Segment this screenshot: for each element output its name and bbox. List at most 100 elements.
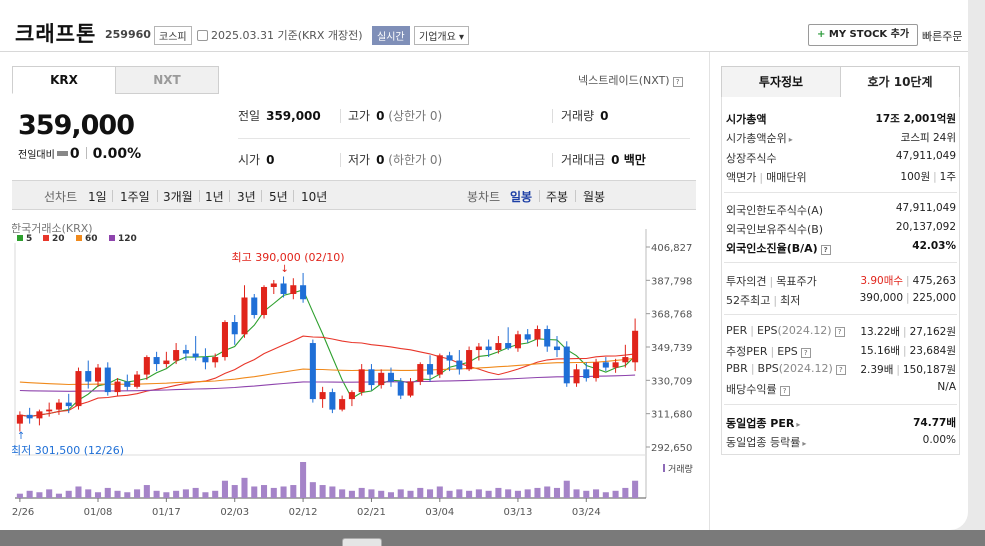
candle-body [134, 374, 141, 387]
volume-bar [85, 489, 92, 498]
volume-bar [446, 490, 453, 498]
volume-bar [456, 489, 463, 498]
stat-volume: 거래량 0 [561, 109, 609, 123]
candle-body [16, 414, 23, 424]
stock-name: 크래프톤 [15, 22, 97, 46]
candle-body [612, 362, 619, 368]
period-1w[interactable]: 1주일 [120, 188, 150, 205]
candle-body [397, 381, 404, 396]
per-row: PER | EPS(2024.12)? 13.22배 | 27,162원 [726, 324, 956, 338]
flat-icon [56, 151, 68, 156]
period-3m[interactable]: 3개월 [163, 188, 193, 205]
legend-swatch [109, 235, 115, 241]
volume-bar [622, 487, 629, 498]
low-annotation: 최저 301,500 (12/26) [12, 444, 124, 457]
stat-high: 고가 0 (상한가 0) [348, 109, 443, 123]
industry-change-row[interactable]: 동일업종 등락률 ▸ 0.00% [726, 434, 956, 450]
period-1d[interactable]: 1일 [88, 188, 107, 205]
add-mystock-button[interactable]: + MY STOCK 추가 [808, 24, 919, 46]
stat-prev: 전일 359,000 [238, 109, 321, 123]
volume-bar [212, 490, 219, 498]
period-5y[interactable]: 5년 [269, 188, 288, 205]
candle-body [104, 367, 111, 393]
candle-body [319, 392, 326, 400]
ma-line-60 [19, 357, 636, 386]
legend-swatch [17, 235, 23, 241]
candle-monthly[interactable]: 월봉 [583, 188, 605, 205]
period-3y[interactable]: 3년 [237, 188, 256, 205]
volume-bar [387, 492, 395, 498]
help-icon[interactable]: ? [834, 327, 845, 337]
stat-amount: 거래대금 0 백만 [561, 153, 646, 167]
candle-body [202, 357, 209, 363]
volume-bar [427, 489, 434, 498]
y-tick-label: 368,768 [651, 310, 692, 321]
tab-krx[interactable]: KRX [12, 66, 116, 94]
mcap-rank-row[interactable]: 시가총액순위 ▸ 코스피 24위 [726, 130, 956, 146]
x-tick-label: 01/08 [84, 507, 113, 518]
volume-bar [94, 492, 102, 498]
candle-body [485, 346, 492, 351]
help-icon[interactable]: ? [800, 348, 811, 358]
help-icon[interactable]: ? [820, 245, 831, 255]
y-tick-label: 406,827 [651, 243, 692, 254]
candle-body [573, 369, 580, 384]
info-tabs: 투자정보 호가 10단계 [721, 66, 960, 98]
volume-bar [173, 490, 180, 498]
candle-body [46, 409, 53, 412]
ma-line-120 [19, 374, 636, 392]
volume-bar [612, 490, 619, 498]
candle-weekly[interactable]: 주봉 [546, 188, 568, 205]
opinion-row: 투자의견 | 목표주가 3.90매수 | 475,263 [726, 275, 956, 288]
stock-header: 크래프톤 259960 코스피 2025.03.31 기준(KRX 개장전) 실… [0, 0, 968, 52]
candle-body [427, 364, 434, 375]
industry-per-row[interactable]: 동일업종 PER ▸ 74.77배 [726, 415, 956, 431]
candle-body [446, 355, 453, 361]
x-tick-label: 03/04 [425, 507, 454, 518]
tab-invest-info[interactable]: 투자정보 [721, 66, 841, 98]
volume-bar [270, 487, 277, 498]
candle-body [524, 334, 531, 340]
volume-bar [368, 489, 375, 498]
volume-bar [55, 493, 62, 498]
volume-bar [505, 489, 512, 498]
volume-bar [46, 489, 53, 498]
company-overview-dropdown[interactable]: 기업개요 ▾ [414, 26, 469, 45]
period-1y[interactable]: 1년 [205, 188, 224, 205]
candle-body [270, 283, 277, 287]
legend-label: 5 [26, 234, 32, 244]
candle-body [231, 322, 238, 335]
volume-bar [124, 492, 131, 498]
line-chart-label[interactable]: 선차트 [44, 188, 77, 205]
bottom-handle[interactable] [342, 538, 382, 546]
candle-body [212, 357, 219, 363]
candle-body [309, 343, 316, 400]
period-10y[interactable]: 10년 [301, 188, 327, 205]
candle-body [143, 357, 150, 375]
candle-body [495, 343, 502, 351]
candle-daily[interactable]: 일봉 [510, 188, 532, 205]
candle-body [534, 329, 541, 340]
volume-bar [378, 490, 385, 498]
tab-nxt[interactable]: NXT [115, 66, 219, 94]
realtime-button[interactable]: 실시간 [372, 26, 410, 45]
y-tick-label: 349,739 [651, 343, 692, 354]
tab-orderbook[interactable]: 호가 10단계 [840, 66, 960, 98]
candle-body [339, 399, 346, 410]
help-icon[interactable]: ? [835, 365, 846, 375]
volume-bar [143, 485, 150, 498]
candle-body [387, 372, 395, 382]
low-arrow-icon: ↑ [17, 431, 25, 442]
quick-order-button[interactable]: 빠른주문 [922, 28, 962, 44]
x-tick-label: 02/21 [357, 507, 386, 518]
volume-bar [300, 462, 307, 498]
candle-body [475, 346, 482, 351]
volume-bar [632, 480, 639, 498]
volume-bar [495, 487, 502, 498]
candle-body [514, 334, 521, 349]
help-icon[interactable]: ? [672, 77, 683, 87]
help-icon[interactable]: ? [779, 386, 790, 396]
candle-chart-label[interactable]: 봉차트 [467, 188, 500, 205]
volume-bar [544, 486, 551, 498]
shares-row: 상장주식수 47,911,049 [726, 150, 956, 165]
